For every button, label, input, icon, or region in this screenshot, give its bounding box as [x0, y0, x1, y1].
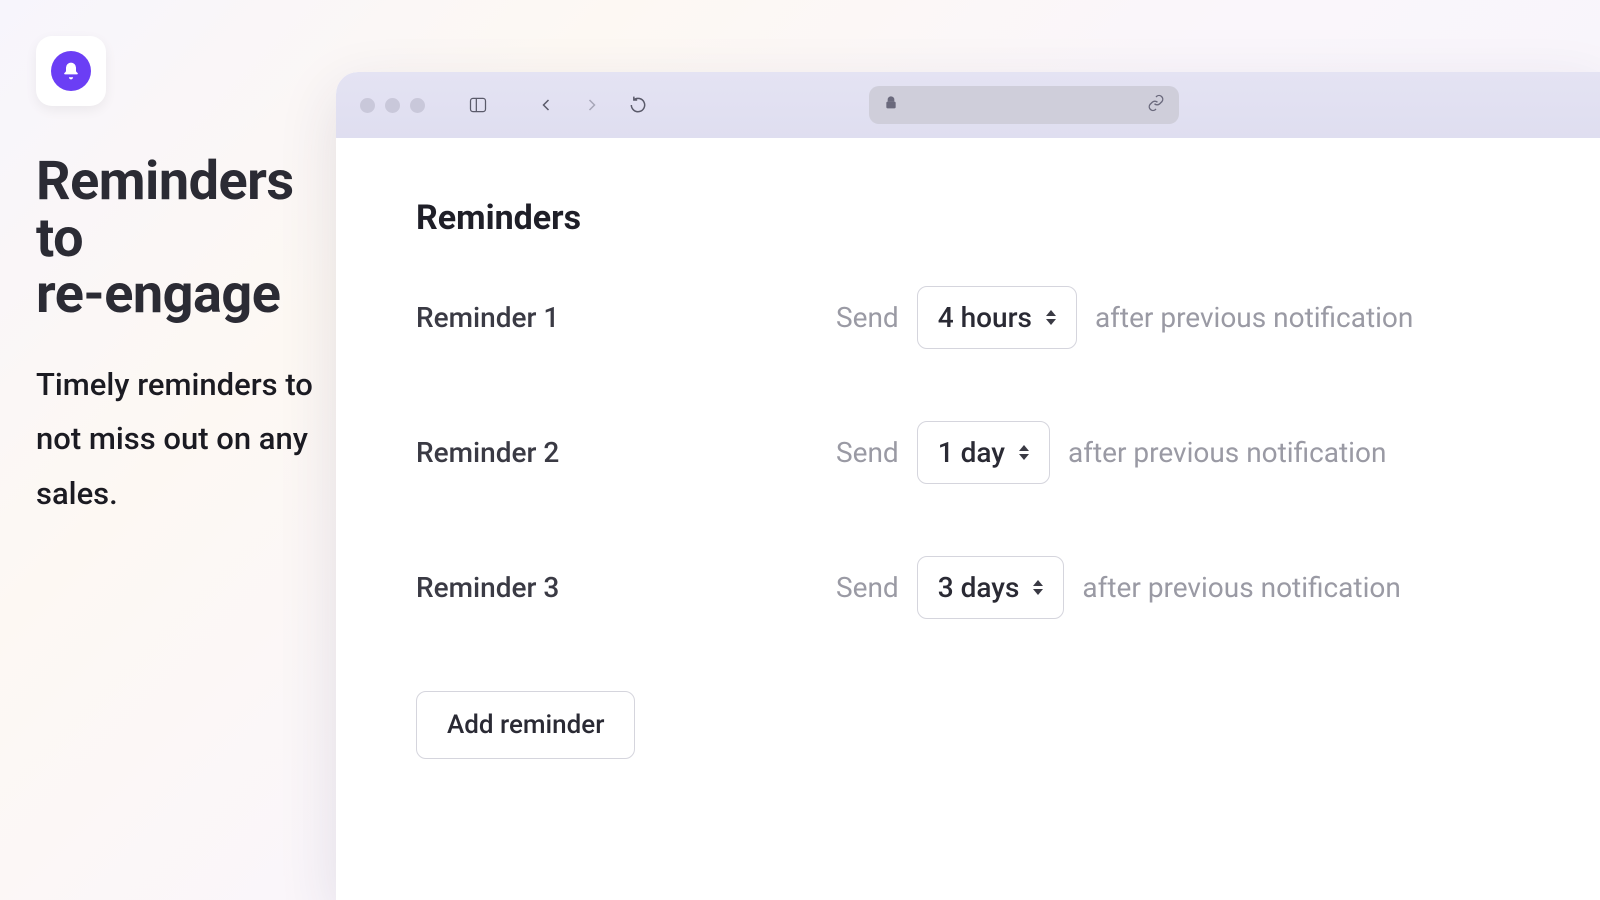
promo-panel: Reminders tore-engage Timely reminders t… [36, 36, 316, 521]
window-minimize-dot[interactable] [385, 98, 400, 113]
send-label: Send [836, 301, 899, 334]
promo-icon-box [36, 36, 106, 106]
select-caret-icon [1019, 445, 1029, 460]
promo-subtitle: Timely reminders to not miss out on any … [36, 358, 316, 521]
reminder-config: Send 4 hours after previous notification [836, 286, 1413, 349]
bell-icon [51, 51, 91, 91]
window-maximize-dot[interactable] [410, 98, 425, 113]
delay-select[interactable]: 4 hours [917, 286, 1077, 349]
delay-value: 3 days [938, 571, 1020, 604]
reminder-config: Send 3 days after previous notification [836, 556, 1401, 619]
sidebar-toggle-icon[interactable] [463, 90, 493, 120]
reload-icon[interactable] [623, 90, 653, 120]
send-label: Send [836, 571, 899, 604]
delay-value: 1 day [938, 436, 1005, 469]
reminder-row: Reminder 3 Send 3 days after previous no… [416, 556, 1520, 619]
delay-select[interactable]: 3 days [917, 556, 1065, 619]
reminder-config: Send 1 day after previous notification [836, 421, 1386, 484]
reminder-label: Reminder 1 [416, 301, 836, 334]
window-close-dot[interactable] [360, 98, 375, 113]
send-label: Send [836, 436, 899, 469]
delay-select[interactable]: 1 day [917, 421, 1050, 484]
promo-title: Reminders tore-engage [36, 154, 316, 324]
url-bar[interactable] [869, 86, 1179, 124]
page-content: Reminders Reminder 1 Send 4 hours after … [336, 138, 1600, 799]
reminder-label: Reminder 3 [416, 571, 836, 604]
after-label: after previous notification [1095, 301, 1413, 334]
page-title: Reminders [416, 198, 1520, 238]
reminder-row: Reminder 2 Send 1 day after previous not… [416, 421, 1520, 484]
browser-window: Reminders Reminder 1 Send 4 hours after … [336, 72, 1600, 900]
browser-toolbar [336, 72, 1600, 138]
after-label: after previous notification [1068, 436, 1386, 469]
after-label: after previous notification [1082, 571, 1400, 604]
select-caret-icon [1046, 310, 1056, 325]
add-reminder-button[interactable]: Add reminder [416, 691, 635, 759]
reminder-label: Reminder 2 [416, 436, 836, 469]
reminder-row: Reminder 1 Send 4 hours after previous n… [416, 286, 1520, 349]
lock-icon [883, 95, 899, 115]
delay-value: 4 hours [938, 301, 1032, 334]
back-icon[interactable] [531, 90, 561, 120]
forward-icon[interactable] [577, 90, 607, 120]
link-icon [1147, 94, 1165, 116]
window-controls [360, 98, 425, 113]
select-caret-icon [1033, 580, 1043, 595]
